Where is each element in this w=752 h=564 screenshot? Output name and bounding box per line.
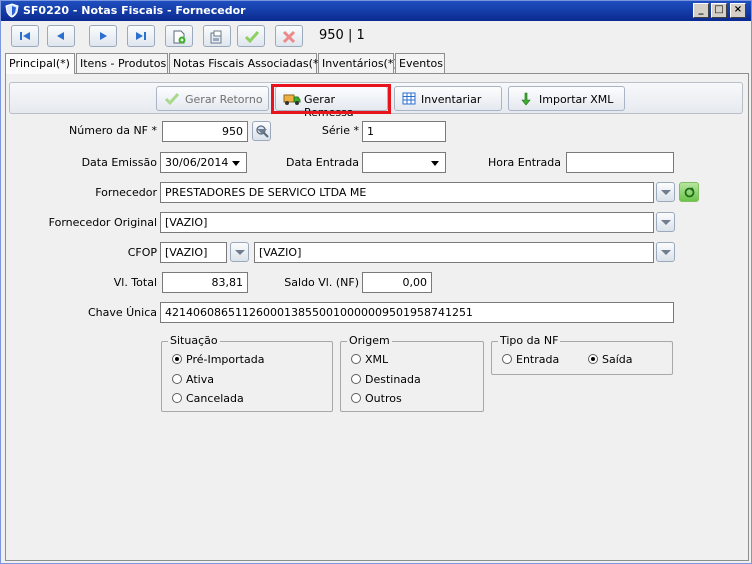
prev-record-icon [57, 32, 64, 40]
radio-indicator [172, 393, 182, 403]
tipo-nf-title: Tipo da NF [498, 334, 561, 347]
saldo-field[interactable]: 0,00 [362, 272, 432, 293]
serie-field[interactable]: 1 [362, 121, 446, 142]
edit-icon [210, 30, 222, 44]
data-entrada-field[interactable] [362, 152, 446, 173]
radio-indicator [172, 374, 182, 384]
radio-indicator [588, 354, 598, 364]
radio-label: Pré-Importada [186, 353, 265, 366]
data-entrada-label: Data Entrada [286, 156, 359, 169]
next-record-icon [100, 32, 107, 40]
new-document-icon [173, 30, 186, 44]
title-bar[interactable]: SF0220 - Notas Fiscais - Fornecedor _ □ … [1, 1, 751, 21]
numero-nf-field[interactable]: 950 [162, 121, 248, 142]
fornecedor-original-label: Fornecedor Original [48, 216, 157, 229]
importar-xml-label: Importar XML [539, 93, 614, 106]
app-shield-icon [5, 3, 19, 18]
situacao-title: Situação [168, 334, 220, 347]
minimize-button[interactable]: _ [693, 3, 709, 18]
saldo-label: Saldo Vl. (NF) [284, 276, 359, 289]
fornecedor-original-dropdown-button[interactable] [656, 212, 675, 232]
tab-inventarios[interactable]: Inventários(*) [318, 53, 398, 73]
tab-notas-fiscais-associadas[interactable]: Notas Fiscais Associadas(*) [169, 53, 323, 73]
magnifier-icon [256, 125, 269, 138]
last-record-button[interactable] [127, 25, 155, 47]
vl-total-label: Vl. Total [113, 276, 157, 289]
refresh-icon [684, 187, 695, 198]
situacao-group: Situação Pré-Importada Ativa Cancelada [161, 334, 333, 412]
cfop-dropdown-button[interactable] [230, 242, 249, 262]
chave-unica-field[interactable]: 4214060865112600013855001000000950195874… [160, 302, 674, 323]
confirm-button[interactable] [237, 25, 265, 47]
next-record-button[interactable] [89, 25, 117, 47]
radio-indicator [351, 354, 361, 364]
fornecedor-label: Fornecedor [95, 186, 157, 199]
radio-label: Cancelada [186, 392, 244, 405]
gerar-retorno-button[interactable]: Gerar Retorno [156, 86, 269, 111]
gerar-retorno-label: Gerar Retorno [185, 93, 263, 106]
numero-nf-label: Número da NF * [69, 124, 157, 137]
fornecedor-field[interactable]: PRESTADORES DE SERVICO LTDA ME [160, 182, 654, 203]
radio-indicator [502, 354, 512, 364]
cancel-x-icon [282, 30, 296, 44]
inventariar-label: Inventariar [421, 93, 482, 106]
prev-record-button[interactable] [47, 25, 75, 47]
cancel-button[interactable] [275, 25, 303, 47]
hora-entrada-label: Hora Entrada [488, 156, 561, 169]
chevron-down-icon[interactable] [228, 154, 245, 172]
radio-label: Ativa [186, 373, 214, 386]
serie-label: Série * [321, 124, 359, 137]
radio-label: Destinada [365, 373, 421, 386]
checkmark-icon [244, 31, 260, 44]
record-counter: 950 | 1 [319, 28, 365, 43]
fornecedor-original-field[interactable]: [VAZIO] [160, 212, 654, 233]
radio-label: Outros [365, 392, 402, 405]
first-record-icon [20, 32, 30, 40]
new-record-button[interactable] [165, 25, 193, 47]
radio-indicator [172, 354, 182, 364]
first-record-button[interactable] [11, 25, 39, 47]
cfop-description-field[interactable]: [VAZIO] [254, 242, 654, 263]
radio-indicator [351, 393, 361, 403]
window-title: SF0220 - Notas Fiscais - Fornecedor [23, 4, 246, 17]
data-emissao-value: 30/06/2014 [165, 156, 229, 169]
edit-record-button[interactable] [203, 25, 231, 47]
radio-indicator [351, 374, 361, 384]
highlight-box [271, 84, 391, 114]
radio-label: XML [365, 353, 389, 366]
tipo-nf-group: Tipo da NF Entrada Saída [491, 334, 673, 375]
radio-label: Entrada [516, 353, 560, 366]
close-button[interactable]: × [730, 3, 746, 18]
hora-entrada-field[interactable] [566, 152, 674, 173]
data-emissao-field[interactable]: 30/06/2014 [160, 152, 247, 173]
radio-label: Saída [602, 353, 633, 366]
origem-title: Origem [347, 334, 392, 347]
tab-eventos[interactable]: Eventos [395, 53, 445, 73]
inventariar-button[interactable]: Inventariar [394, 86, 502, 111]
fornecedor-dropdown-button[interactable] [656, 182, 675, 202]
cfop-description-dropdown-button[interactable] [656, 242, 675, 262]
cfop-code-field[interactable]: [VAZIO] [160, 242, 227, 263]
tab-principal[interactable]: Principal(*) [5, 53, 75, 74]
origem-group: Origem XML Destinada Outros [340, 334, 484, 412]
data-emissao-label: Data Emissão [81, 156, 157, 169]
record-toolbar: 950 | 1 [5, 23, 749, 49]
search-nf-button[interactable] [252, 121, 271, 141]
refresh-fornecedor-button[interactable] [679, 182, 699, 202]
application-window: SF0220 - Notas Fiscais - Fornecedor _ □ … [0, 0, 752, 564]
cfop-label: CFOP [127, 246, 157, 259]
table-grid-icon [402, 92, 416, 105]
chave-unica-label: Chave Única [87, 306, 157, 319]
last-record-icon [136, 32, 146, 40]
vl-total-field[interactable]: 83,81 [162, 272, 248, 293]
download-arrow-icon [521, 92, 531, 106]
tab-itens-produtos[interactable]: Itens - Produtos [76, 53, 168, 73]
restore-button[interactable]: □ [711, 3, 727, 18]
chevron-down-icon[interactable] [427, 154, 444, 172]
importar-xml-button[interactable]: Importar XML [508, 86, 625, 111]
checkmark-icon [164, 93, 180, 106]
